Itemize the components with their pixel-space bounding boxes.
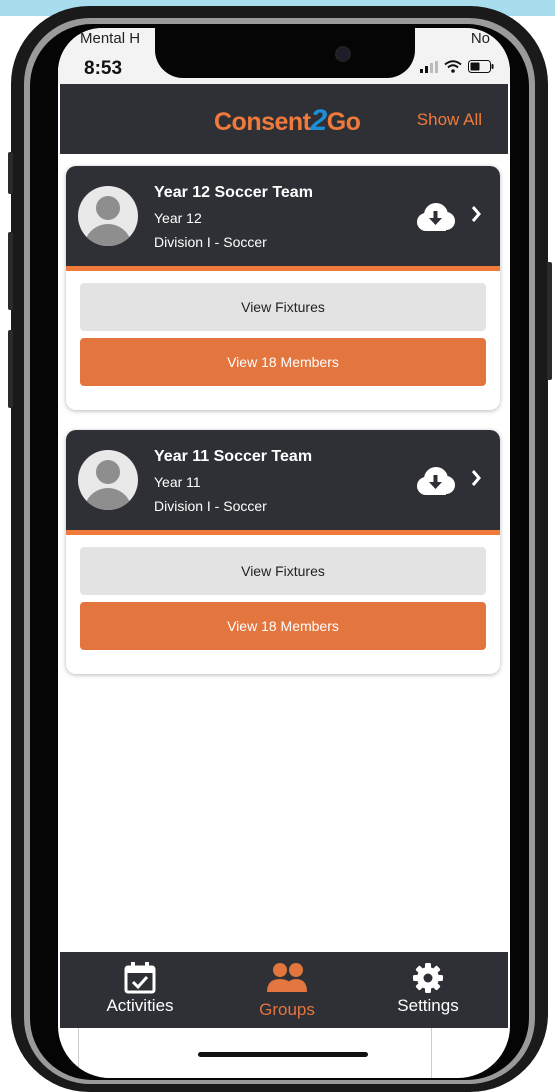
calendar-check-icon (123, 962, 157, 999)
nav-settings[interactable]: Settings (358, 952, 498, 1028)
people-icon (265, 962, 309, 999)
wifi-icon (444, 60, 462, 73)
camera-icon (335, 46, 351, 62)
chevron-right-icon[interactable] (470, 204, 482, 229)
cloud-download-icon[interactable] (414, 466, 456, 501)
group-card-header[interactable]: Year 11 Soccer Team Year 11 Division I -… (66, 430, 500, 535)
logo-two: 2 (310, 104, 328, 137)
power-button (547, 262, 552, 380)
consent2go-logo: Consent2Go (214, 104, 361, 138)
view-members-button[interactable]: View 18 Members (80, 602, 486, 650)
nav-groups[interactable]: Groups (217, 952, 357, 1028)
carrier-right-label: No (470, 30, 490, 47)
show-all-link[interactable]: Show All (417, 110, 482, 130)
group-year: Year 12 (154, 210, 202, 226)
group-card-header[interactable]: Year 12 Soccer Team Year 12 Division I -… (66, 166, 500, 271)
group-division: Division I - Soccer (154, 234, 267, 250)
logo-suffix: Go (326, 108, 361, 136)
app-header: Consent2Go Show All (60, 84, 508, 154)
group-title: Year 11 Soccer Team (154, 448, 313, 465)
volume-down-button (8, 330, 13, 408)
group-division: Division I - Soccer (154, 498, 267, 514)
status-icons (420, 60, 494, 73)
gear-icon (412, 962, 444, 999)
cloud-download-icon[interactable] (414, 202, 456, 237)
group-card: Year 11 Soccer Team Year 11 Division I -… (66, 430, 500, 674)
avatar (78, 186, 138, 246)
group-year: Year 11 (154, 474, 201, 490)
avatar (78, 450, 138, 510)
view-fixtures-button[interactable]: View Fixtures (80, 283, 486, 331)
logo-prefix: Consent (214, 108, 311, 136)
volume-up-button (8, 232, 13, 310)
signal-icon (420, 60, 438, 73)
bottom-nav: Activities Groups Settings (60, 952, 508, 1028)
group-card: Year 12 Soccer Team Year 12 Division I -… (66, 166, 500, 410)
group-title: Year 12 Soccer Team (154, 184, 313, 201)
nav-label: Groups (259, 1000, 315, 1019)
silent-switch (8, 152, 13, 194)
phone-notch (155, 28, 415, 78)
chevron-right-icon[interactable] (470, 468, 482, 493)
nav-activities[interactable]: Activities (70, 952, 210, 1028)
nav-label: Settings (397, 996, 459, 1015)
battery-icon (468, 60, 494, 73)
view-fixtures-button[interactable]: View Fixtures (80, 547, 486, 595)
nav-label: Activities (106, 996, 174, 1015)
home-indicator[interactable] (198, 1052, 368, 1057)
view-members-button[interactable]: View 18 Members (80, 338, 486, 386)
status-time: 8:53 (84, 58, 123, 79)
carrier-label: Mental H (80, 30, 141, 47)
